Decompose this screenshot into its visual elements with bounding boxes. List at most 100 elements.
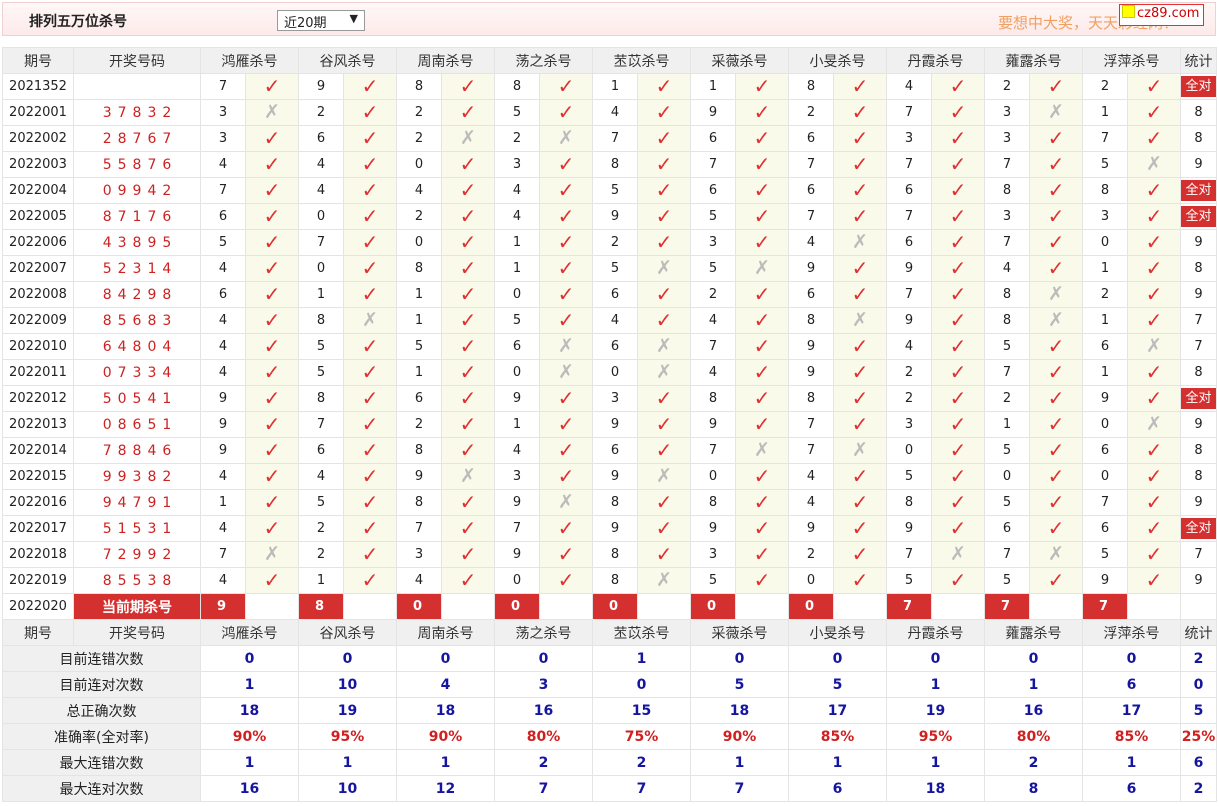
mark-cell: ✓ xyxy=(1127,229,1181,256)
stat-cell: 8 xyxy=(1180,359,1217,386)
cross-icon: ✗ xyxy=(950,543,966,565)
mark-cell: ✗ xyxy=(539,489,593,516)
check-icon: ✓ xyxy=(263,334,281,358)
kill-number-cell: 9 xyxy=(1082,385,1128,412)
check-icon: ✓ xyxy=(655,230,673,254)
stat-cell: 全对 xyxy=(1180,203,1217,230)
mark-cell: ✓ xyxy=(1029,333,1083,360)
mark-cell: ✓ xyxy=(833,411,887,438)
mark-cell: ✓ xyxy=(539,541,593,568)
mark-cell: ✓ xyxy=(931,281,985,308)
cross-icon: ✗ xyxy=(1146,413,1162,435)
mark-cell: ✓ xyxy=(441,99,495,126)
mark-cell: ✓ xyxy=(539,99,593,126)
kill-number-cell: 4 xyxy=(788,229,834,256)
kill-number-cell: 5 xyxy=(984,333,1030,360)
mark-cell: ✗ xyxy=(637,255,691,282)
check-icon: ✓ xyxy=(557,412,575,436)
mark-cell: ✓ xyxy=(735,515,789,542)
stat-cell: 8 xyxy=(1180,463,1217,490)
kill-number-cell: 9 xyxy=(298,73,344,100)
mark-cell: ✓ xyxy=(343,515,397,542)
kill-number-cell: 2 xyxy=(396,125,442,152)
period-range-select[interactable]: 近20期 ▼ xyxy=(277,10,365,31)
mark-cell: ✓ xyxy=(833,151,887,178)
current-period-row: 2022020 当前期杀号 9 8 0 0 0 0 0 7 7 7 xyxy=(2,593,1217,620)
check-icon: ✓ xyxy=(361,230,379,254)
check-icon: ✓ xyxy=(655,438,673,462)
mark-cell: ✓ xyxy=(833,359,887,386)
kill-number-cell: 2 xyxy=(298,99,344,126)
mark-cell: ✓ xyxy=(1127,359,1181,386)
kill-number-cell: 8 xyxy=(494,73,540,100)
stats-value: 5 xyxy=(690,671,789,698)
header-stat: 统计 xyxy=(1180,47,1217,74)
check-icon: ✓ xyxy=(361,178,379,202)
kill-number-cell: 6 xyxy=(592,281,638,308)
check-icon: ✓ xyxy=(655,282,673,306)
period-cell: 2022009 xyxy=(2,307,74,334)
stats-value: 0 xyxy=(1082,645,1181,672)
kill-number-cell: 0 xyxy=(886,437,932,464)
mark-cell: ✓ xyxy=(931,151,985,178)
kill-number-cell: 0 xyxy=(298,203,344,230)
cross-icon: ✗ xyxy=(754,439,770,461)
cross-icon: ✗ xyxy=(558,335,574,357)
check-icon: ✓ xyxy=(753,126,771,150)
mark-cell: ✗ xyxy=(1029,281,1083,308)
mark-cell: ✓ xyxy=(1127,73,1181,100)
kill-number-cell: 2 xyxy=(298,541,344,568)
stats-value: 0 xyxy=(494,645,593,672)
mark-cell: ✓ xyxy=(441,177,495,204)
mark-cell: ✗ xyxy=(539,333,593,360)
empty-cell xyxy=(735,593,789,620)
kill-number-cell: 4 xyxy=(200,255,246,282)
draw-number-cell: 51531 xyxy=(73,515,201,542)
table-header-row: 期号 开奖号码 鸿雁杀号 谷风杀号 周南杀号 荡之杀号 苤苡杀号 采薇杀号 小旻杀号 丹霞杀号 蕹露… xyxy=(2,619,1217,646)
kill-number-cell: 4 xyxy=(200,151,246,178)
check-icon: ✓ xyxy=(361,542,379,566)
current-kill-number: 0 xyxy=(396,593,442,620)
kill-number-cell: 3 xyxy=(200,99,246,126)
stats-value: 7 xyxy=(494,775,593,802)
stats-value: 75% xyxy=(592,723,691,750)
cross-icon: ✗ xyxy=(1048,101,1064,123)
mark-cell: ✓ xyxy=(343,359,397,386)
top-bar: 排列五万位杀号 近20期 ▼ 要想中大奖，天天彩经网！ cz89.com xyxy=(2,2,1216,36)
stats-value: 1 xyxy=(690,749,789,776)
stats-value: 1 xyxy=(592,645,691,672)
site-logo[interactable]: cz89.com xyxy=(1119,4,1205,26)
stat-cell: 8 xyxy=(1180,99,1217,126)
stats-value: 0 xyxy=(298,645,397,672)
mark-cell: ✓ xyxy=(1029,203,1083,230)
stat-cell: 9 xyxy=(1180,229,1217,256)
kill-number-cell: 5 xyxy=(984,437,1030,464)
kill-number-cell: 9 xyxy=(690,515,736,542)
mark-cell: ✓ xyxy=(833,99,887,126)
mark-cell: ✓ xyxy=(931,411,985,438)
table-row: 2022018 72992 7 ✗ 2 ✓ 3 ✓ 9 ✓ 8 ✓ 3 ✓ 2 ✓ 7 ✗ 7 ✗ 5 ✓ 7 xyxy=(2,541,1217,568)
header-expert: 采薇杀号 xyxy=(690,47,789,74)
mark-cell: ✓ xyxy=(931,437,985,464)
kill-number-cell: 2 xyxy=(396,411,442,438)
mark-cell: ✓ xyxy=(441,203,495,230)
mark-cell: ✓ xyxy=(1127,385,1181,412)
check-icon: ✓ xyxy=(263,74,281,98)
check-icon: ✓ xyxy=(949,516,967,540)
mark-cell: ✓ xyxy=(245,203,299,230)
mark-cell: ✓ xyxy=(735,463,789,490)
current-kill-number: 0 xyxy=(788,593,834,620)
kill-number-cell: 5 xyxy=(1082,151,1128,178)
check-icon: ✓ xyxy=(753,490,771,514)
mark-cell: ✓ xyxy=(539,177,593,204)
stats-total: 6 xyxy=(1180,749,1217,776)
mark-cell: ✓ xyxy=(637,99,691,126)
kill-number-cell: 2 xyxy=(690,281,736,308)
empty-cell xyxy=(1029,593,1083,620)
cross-icon: ✗ xyxy=(656,569,672,591)
mark-cell: ✓ xyxy=(343,151,397,178)
cross-icon: ✗ xyxy=(656,257,672,279)
stats-row: 总正确次数 18 19 18 16 15 18 17 19 16 17 5 xyxy=(2,697,1217,724)
check-icon: ✓ xyxy=(1047,516,1065,540)
mark-cell: ✗ xyxy=(539,359,593,386)
